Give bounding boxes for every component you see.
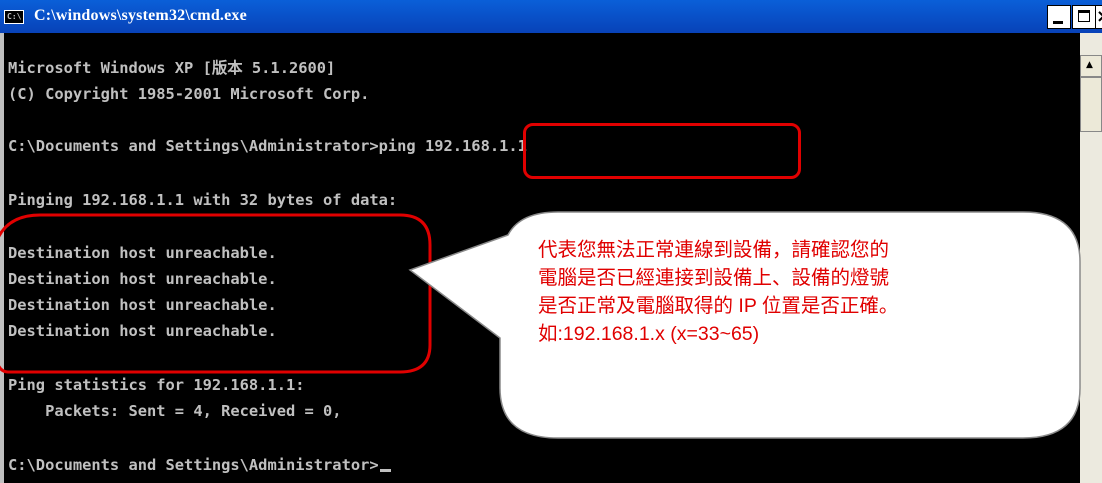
callout-line: 是否正常及電腦取得的 IP 位置是否正確。 [538,295,899,317]
callout-line: 如:192.168.1.x (x=33~65) [538,323,760,345]
callout-line: 電腦是否已經連接到設備上、設備的燈號 [538,267,890,289]
callout-line: 代表您無法正常連線到設備，請確認您的 [538,239,890,261]
callout-text: 代表您無法正常連線到設備，請確認您的 電腦是否已經連接到設備上、設備的燈號 是否… [538,236,1028,348]
unreachable-highlight [0,213,432,374]
